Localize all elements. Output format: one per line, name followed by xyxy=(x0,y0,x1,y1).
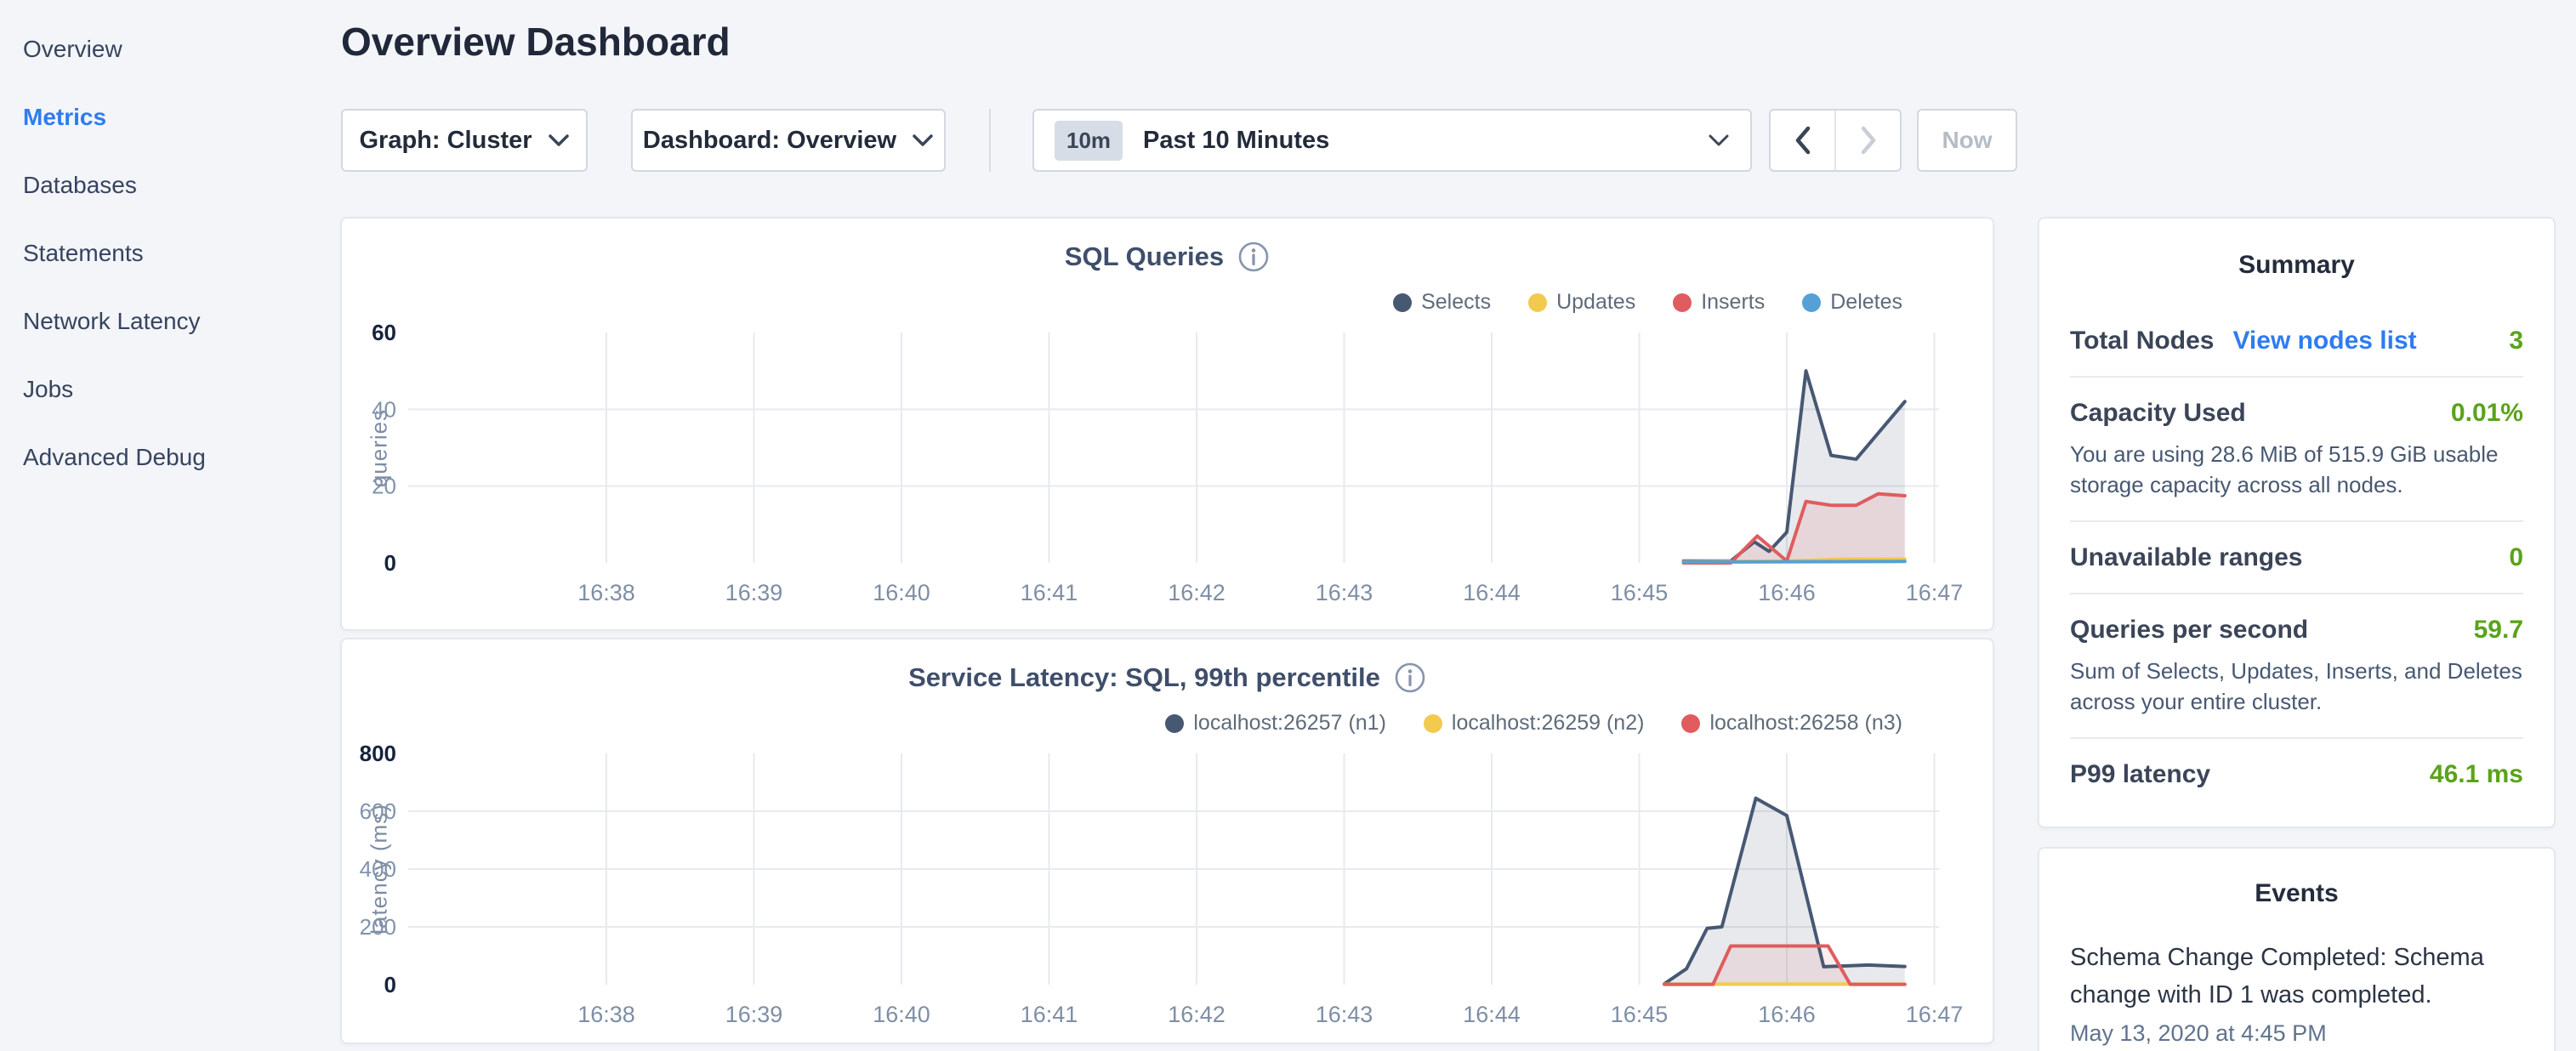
sidebar-item-advanced-debug[interactable]: Advanced Debug xyxy=(23,427,340,495)
page-title: Overview Dashboard xyxy=(341,19,731,65)
svg-text:16:38: 16:38 xyxy=(577,1002,635,1027)
summary-row: Unavailable ranges 0 xyxy=(2070,520,2523,593)
svg-text:16:47: 16:47 xyxy=(1906,1002,1964,1027)
svg-text:16:46: 16:46 xyxy=(1758,1002,1816,1027)
summary-row: Queries per second 59.7 Sum of Selects, Up… xyxy=(2070,593,2523,737)
sidebar-item-statements[interactable]: Statements xyxy=(23,223,340,291)
svg-text:0: 0 xyxy=(384,550,396,576)
chevron-down-icon xyxy=(548,133,570,148)
sql-queries-chart-card: SQL Queries SelectsUpdatesInsertsDeletes… xyxy=(340,217,1994,631)
svg-text:20: 20 xyxy=(372,474,396,499)
events-list: Schema Change Completed: Schema change w… xyxy=(2070,939,2523,1047)
svg-text:60: 60 xyxy=(372,320,396,345)
events-title: Events xyxy=(2070,878,2523,910)
svg-text:200: 200 xyxy=(360,914,396,940)
summary-row-label: P99 latency xyxy=(2070,760,2210,789)
svg-text:16:44: 16:44 xyxy=(1463,580,1521,605)
svg-text:16:42: 16:42 xyxy=(1168,1002,1225,1027)
svg-text:16:39: 16:39 xyxy=(725,1002,783,1027)
time-next-button[interactable] xyxy=(1834,111,1900,170)
chevron-right-icon xyxy=(1859,125,1878,156)
svg-text:16:39: 16:39 xyxy=(725,580,783,605)
service-latency-chart-card: Service Latency: SQL, 99th percentile lo… xyxy=(340,638,1994,1044)
sql-queries-plot: 16:38 16:39 16:40 16:41 16:42 16:43 16:44 16:45… xyxy=(342,219,1993,629)
svg-text:16:43: 16:43 xyxy=(1316,580,1373,605)
svg-text:400: 400 xyxy=(360,856,396,882)
time-range-label: Past 10 Minutes xyxy=(1143,127,1329,155)
summary-row-label: Capacity Used xyxy=(2070,399,2246,428)
controls-divider xyxy=(989,109,991,172)
summary-row: P99 latency 46.1 ms xyxy=(2070,737,2523,810)
svg-text:16:47: 16:47 xyxy=(1906,580,1964,605)
svg-text:800: 800 xyxy=(360,741,396,766)
summary-title: Summary xyxy=(2070,249,2523,281)
summary-row-subtext: Sum of Selects, Updates, Inserts, and De… xyxy=(2070,656,2523,717)
time-range-badge: 10m xyxy=(1055,121,1123,161)
page: OverviewMetricsDatabasesStatementsNetwor… xyxy=(0,0,2576,1051)
svg-text:16:41: 16:41 xyxy=(1021,1002,1078,1027)
sidebar: OverviewMetricsDatabasesStatementsNetwor… xyxy=(0,0,340,1051)
svg-text:40: 40 xyxy=(372,396,396,422)
svg-text:16:44: 16:44 xyxy=(1463,1002,1521,1027)
summary-row: Total Nodes View nodes list 3 xyxy=(2070,305,2523,376)
svg-text:16:45: 16:45 xyxy=(1611,1002,1669,1027)
sidebar-item-databases[interactable]: Databases xyxy=(23,155,340,223)
sidebar-item-network-latency[interactable]: Network Latency xyxy=(23,291,340,359)
chevron-left-icon xyxy=(1794,125,1812,156)
chevron-down-icon xyxy=(1708,133,1730,148)
service-latency-plot: 16:38 16:39 16:40 16:41 16:42 16:43 16:44 16:45… xyxy=(342,639,1993,1042)
summary-row: Capacity Used 0.01% You are using 28.6 MiB… xyxy=(2070,376,2523,520)
svg-text:0: 0 xyxy=(384,972,396,997)
time-prev-button[interactable] xyxy=(1771,111,1834,170)
svg-text:16:46: 16:46 xyxy=(1758,580,1816,605)
event-message[interactable]: Schema Change Completed: Schema change w… xyxy=(2070,939,2523,1014)
svg-text:16:42: 16:42 xyxy=(1168,580,1225,605)
sidebar-item-jobs[interactable]: Jobs xyxy=(23,359,340,427)
svg-text:600: 600 xyxy=(360,798,396,824)
chevron-down-icon xyxy=(912,133,934,148)
time-range-selector[interactable]: 10m Past 10 Minutes xyxy=(1032,109,1752,172)
summary-row-value: 0.01% xyxy=(2451,399,2523,428)
summary-row-label: Queries per second xyxy=(2070,616,2308,645)
svg-text:16:40: 16:40 xyxy=(873,580,930,605)
sidebar-item-overview[interactable]: Overview xyxy=(23,19,340,87)
events-panel: Events Schema Change Completed: Schema c… xyxy=(2038,847,2556,1051)
event-timestamp: May 13, 2020 at 4:45 PM xyxy=(2070,1020,2523,1047)
svg-text:16:43: 16:43 xyxy=(1316,1002,1373,1027)
summary-rows: Total Nodes View nodes list 3 Capacity Used… xyxy=(2070,305,2523,810)
dashboard-dropdown[interactable]: Dashboard: Overview xyxy=(631,109,946,172)
view-nodes-list-link[interactable]: View nodes list xyxy=(2232,327,2416,355)
svg-text:16:41: 16:41 xyxy=(1021,580,1078,605)
svg-text:16:40: 16:40 xyxy=(873,1002,930,1027)
summary-row-value: 0 xyxy=(2509,543,2523,572)
summary-row-subtext: You are using 28.6 MiB of 515.9 GiB usab… xyxy=(2070,439,2523,500)
summary-row-value: 59.7 xyxy=(2474,616,2523,645)
svg-text:16:45: 16:45 xyxy=(1611,580,1669,605)
graph-dropdown-label: Graph: Cluster xyxy=(359,127,532,155)
summary-row-label: Unavailable ranges xyxy=(2070,543,2302,572)
summary-row-label: Total Nodes xyxy=(2070,327,2214,355)
now-button[interactable]: Now xyxy=(1917,109,2017,172)
dashboard-dropdown-label: Dashboard: Overview xyxy=(643,127,896,155)
time-pager xyxy=(1769,109,1902,172)
summary-row-value: 46.1 ms xyxy=(2430,760,2523,789)
sidebar-item-metrics[interactable]: Metrics xyxy=(23,87,340,155)
graph-dropdown[interactable]: Graph: Cluster xyxy=(341,109,588,172)
svg-text:16:38: 16:38 xyxy=(577,580,635,605)
summary-row-value: 3 xyxy=(2509,327,2523,355)
summary-panel: Summary Total Nodes View nodes list 3 Capac… xyxy=(2038,217,2556,828)
